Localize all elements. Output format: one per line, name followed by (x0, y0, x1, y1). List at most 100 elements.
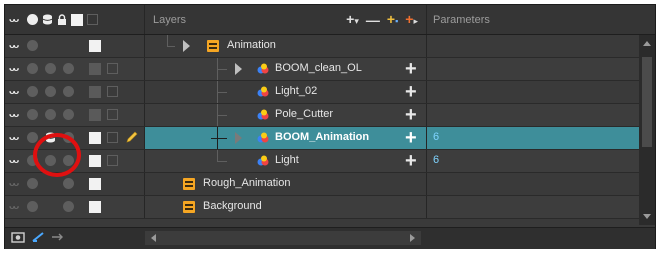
layer-row-pole-cutter[interactable]: ᴗᴗ Pole_Cutter + (5, 104, 655, 127)
parameters-title: Parameters (433, 13, 490, 26)
add-child-icon[interactable]: + (405, 59, 417, 79)
remove-layer-icon[interactable]: — (366, 13, 380, 27)
solo-icon[interactable] (27, 201, 38, 212)
scroll-thumb[interactable] (642, 57, 652, 147)
scroll-right-icon[interactable] (410, 234, 415, 242)
add-drawing-icon[interactable]: +▸ (405, 12, 418, 28)
layer-row-animation[interactable]: ᴗᴗ Animation (5, 35, 655, 58)
layer-row-light-02[interactable]: ᴗᴗ Light_02 + (5, 81, 655, 104)
database-icon[interactable] (45, 132, 56, 143)
solo-icon[interactable] (27, 63, 38, 74)
layer-name: BOOM_clean_OL (275, 62, 362, 74)
vertical-scrollbar[interactable] (639, 35, 655, 225)
color-swatch-icon[interactable] (89, 132, 101, 144)
database-icon[interactable] (45, 86, 56, 97)
lock-icon[interactable] (57, 14, 67, 25)
layer-row-boom-clean-ol[interactable]: ᴗᴗ BOOM_clean_OL + (5, 58, 655, 81)
link-icon[interactable] (31, 231, 45, 243)
add-child-icon[interactable]: + (405, 82, 417, 102)
layer-name: Pole_Cutter (275, 108, 334, 120)
add-peg-icon[interactable]: +▪ (387, 12, 398, 28)
add-child-icon[interactable]: + (405, 105, 417, 125)
drawing-layer-icon (257, 86, 269, 97)
color-swatch-icon[interactable] (89, 155, 101, 167)
scroll-left-icon[interactable] (151, 234, 156, 242)
layer-name: Light_02 (275, 85, 318, 97)
expand-arrow-icon[interactable] (183, 40, 190, 52)
color-swatch-icon[interactable] (89, 40, 101, 52)
parameter-cell (427, 173, 639, 195)
header-layers-column: Layers +▾ — +▪ +▸ (145, 5, 427, 34)
panel-header: ᴗᴗ Layers +▾ — +▪ +▸ Parameters (5, 5, 655, 35)
color-swatch-icon[interactable] (89, 86, 101, 98)
color-swatch-icon[interactable] (89, 201, 101, 213)
solo-icon[interactable] (27, 14, 38, 25)
show-all-icon[interactable]: ᴗᴗ (9, 14, 23, 26)
add-layer-icon[interactable]: +▾ (346, 12, 359, 28)
layer-row-rough-animation[interactable]: ᴗᴗ Rough_Animation (5, 173, 655, 196)
switch-cell: ᴗᴗ (5, 173, 145, 195)
lock-icon[interactable] (63, 132, 74, 143)
database-icon[interactable] (42, 14, 53, 25)
parameter-value[interactable]: 6 (433, 131, 439, 143)
layer-settings-icon[interactable] (107, 132, 118, 143)
layer-settings-icon[interactable] (87, 14, 98, 25)
add-child-icon[interactable]: + (405, 151, 417, 171)
visibility-icon[interactable]: ᴗᴗ (9, 155, 23, 167)
color-swatch-icon[interactable] (89, 178, 101, 190)
visibility-icon[interactable]: ᴗᴗ (9, 63, 23, 75)
camera-icon[interactable] (11, 231, 25, 243)
tree-line (167, 35, 168, 46)
layer-row-boom-animation[interactable]: ᴗᴗ BOOM_Animation + 6 (5, 127, 655, 150)
expand-arrow-icon[interactable] (235, 63, 242, 75)
layer-cell: BOOM_Animation + (145, 127, 427, 149)
lock-icon[interactable] (63, 63, 74, 74)
layer-row-background[interactable]: ᴗᴗ Background (5, 196, 655, 219)
layer-settings-icon[interactable] (107, 109, 118, 120)
parameter-value[interactable]: 6 (433, 154, 439, 166)
layer-cell: Light + (145, 150, 427, 172)
switch-cell: ᴗᴗ (5, 81, 145, 103)
parameter-cell: 6 (427, 150, 639, 172)
solo-icon[interactable] (27, 132, 38, 143)
layer-settings-icon[interactable] (107, 155, 118, 166)
lock-icon[interactable] (63, 155, 74, 166)
visibility-icon[interactable]: ᴗᴗ (9, 109, 23, 121)
visibility-icon[interactable]: ᴗᴗ (9, 178, 23, 190)
lock-icon[interactable] (63, 86, 74, 97)
color-swatch-icon[interactable] (71, 13, 83, 26)
visibility-icon[interactable]: ᴗᴗ (9, 40, 23, 52)
database-icon[interactable] (45, 155, 56, 166)
horizontal-scrollbar[interactable] (145, 231, 421, 245)
color-swatch-icon[interactable] (89, 63, 101, 75)
solo-icon[interactable] (27, 86, 38, 97)
color-swatch-icon[interactable] (89, 109, 101, 121)
layer-settings-icon[interactable] (107, 63, 118, 74)
add-child-icon[interactable]: + (405, 128, 417, 148)
switch-cell: ᴗᴗ (5, 58, 145, 80)
layer-name: Background (203, 200, 262, 212)
visibility-icon[interactable]: ᴗᴗ (9, 201, 23, 213)
scroll-down-icon[interactable] (643, 214, 651, 219)
solo-icon[interactable] (27, 155, 38, 166)
solo-icon[interactable] (27, 109, 38, 120)
pencil-icon[interactable] (125, 131, 138, 144)
drawing-layer-icon (257, 155, 269, 166)
layer-row-light[interactable]: ᴗᴗ Light + 6 (5, 150, 655, 173)
solo-icon[interactable] (27, 40, 38, 51)
solo-icon[interactable] (27, 178, 38, 189)
expand-arrow-icon[interactable] (235, 132, 242, 144)
parameter-cell (427, 81, 639, 103)
database-icon[interactable] (45, 109, 56, 120)
arrow-right-icon[interactable] (51, 231, 65, 243)
visibility-icon[interactable]: ᴗᴗ (9, 132, 23, 144)
layer-name: BOOM_Animation (275, 131, 370, 143)
scroll-up-icon[interactable] (643, 41, 651, 46)
lock-icon[interactable] (63, 201, 74, 212)
lock-icon[interactable] (63, 178, 74, 189)
layer-settings-icon[interactable] (107, 86, 118, 97)
visibility-icon[interactable]: ᴗᴗ (9, 86, 23, 98)
database-icon[interactable] (45, 63, 56, 74)
parameter-cell (427, 35, 639, 57)
lock-icon[interactable] (63, 109, 74, 120)
